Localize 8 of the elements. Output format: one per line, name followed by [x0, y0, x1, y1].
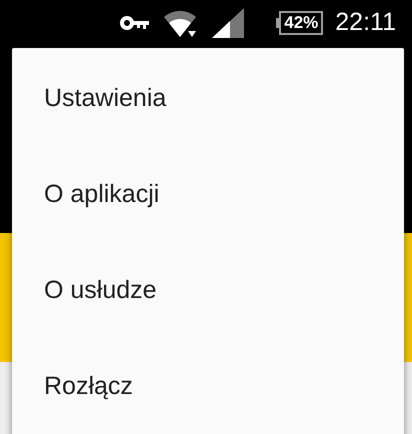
- battery-icon: 42%: [276, 10, 324, 34]
- menu-item[interactable]: O usłudze: [12, 242, 404, 338]
- menu-item[interactable]: O aplikacji: [12, 146, 404, 242]
- menu-item[interactable]: Rozłącz: [12, 338, 404, 434]
- signal-icon: [210, 8, 246, 38]
- clock: 22:11: [335, 8, 396, 37]
- menu-item[interactable]: Ustawienia: [12, 50, 404, 146]
- key-icon: [120, 16, 150, 30]
